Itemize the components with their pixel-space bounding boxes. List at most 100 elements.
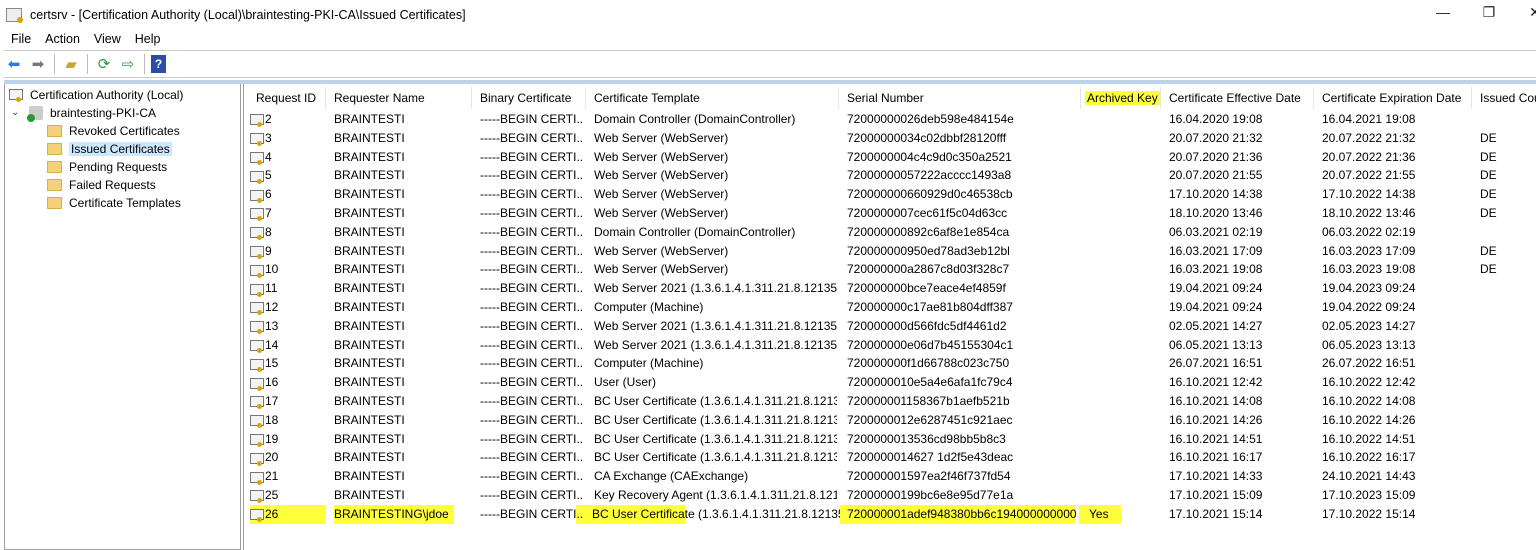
cell-text: 20.07.2020 21:36	[1169, 149, 1263, 164]
table-row[interactable]: 5 BRAINTESTI -----BEGIN CERTI... Web Server…	[244, 166, 1536, 185]
table-row[interactable]: 17 BRAINTESTI -----BEGIN CERTI... BC User C…	[244, 392, 1536, 411]
column-header-label: Serial Number	[847, 91, 924, 105]
cell-expiration-date: 18.10.2022 13:46	[1322, 204, 1470, 223]
help-icon[interactable]: ?	[151, 55, 166, 73]
cell-issued-country	[1480, 317, 1536, 336]
column-header-archived-key[interactable]: Archived Key	[1081, 87, 1161, 109]
table-row[interactable]: 25 BRAINTESTI -----BEGIN CERTI... Key Recov…	[244, 486, 1536, 505]
cell-text: BRAINTESTI	[334, 431, 405, 446]
cell-certificate-template: BC User Certificate (1.3.6.1.4.1.311.21.…	[594, 392, 837, 411]
column-header-certificate-template[interactable]: Certificate Template	[586, 87, 839, 109]
cell-expiration-date: 16.10.2022 16:17	[1322, 448, 1470, 467]
minimize-button[interactable]: —	[1428, 4, 1458, 26]
tree-root[interactable]: Certification Authority (Local)	[9, 86, 183, 103]
cell-text: BC User Certificate (1.3.6.1.4.1.311.21.…	[594, 450, 837, 465]
column-header-label: Request ID	[256, 91, 317, 105]
cell-text: BRAINTESTI	[334, 394, 405, 408]
cell-archived-key	[1089, 486, 1159, 505]
restore-button[interactable]: ❐	[1474, 4, 1504, 26]
cell-text: 19.04.2021 09:24	[1169, 300, 1263, 314]
column-header-expiration-date[interactable]: Certificate Expiration Date	[1314, 87, 1472, 109]
cell-text: 720000001158367b1aefb521b	[847, 394, 1010, 408]
table-row[interactable]: 21 BRAINTESTI -----BEGIN CERTI... CA Exchan…	[244, 467, 1536, 486]
export-list-icon[interactable]: ⇨	[118, 54, 138, 74]
column-header-requester-name[interactable]: Requester Name	[326, 87, 472, 109]
cell-requester-name: BRAINTESTI	[334, 336, 470, 355]
cell-archived-key	[1089, 317, 1159, 336]
cell-binary-certificate: -----BEGIN CERTI...	[480, 148, 584, 167]
folder-icon	[47, 124, 62, 137]
tree-root-label: Certification Authority (Local)	[30, 87, 184, 102]
table-row[interactable]: 9 BRAINTESTI -----BEGIN CERTI... Web Server…	[244, 242, 1536, 261]
column-header-effective-date[interactable]: Certificate Effective Date	[1161, 87, 1314, 109]
cell-effective-date: 17.10.2021 15:14	[1169, 505, 1312, 524]
cell-text: BRAINTESTI	[334, 469, 405, 484]
close-button[interactable]: ✕	[1520, 4, 1536, 26]
cell-text: 20.07.2022 21:36	[1322, 149, 1416, 164]
cell-text: 720000001597ea2f46f737fd54	[847, 469, 1011, 484]
certificate-icon	[250, 245, 264, 259]
tree-pending-requests[interactable]: Pending Requests	[47, 158, 167, 175]
table-row[interactable]: 6 BRAINTESTI -----BEGIN CERTI... Web Server…	[244, 185, 1536, 204]
cell-archived-key	[1089, 129, 1159, 148]
table-row[interactable]: 7 BRAINTESTI -----BEGIN CERTI... Web Server…	[244, 204, 1536, 223]
table-row[interactable]: 15 BRAINTESTI -----BEGIN CERTI... Computer …	[244, 354, 1536, 373]
cell-effective-date: 06.03.2021 02:19	[1169, 223, 1312, 242]
back-icon[interactable]: ⬅	[4, 54, 24, 74]
table-row[interactable]: 12 BRAINTESTI -----BEGIN CERTI... Computer …	[244, 298, 1536, 317]
cell-issued-country	[1480, 392, 1536, 411]
certificate-icon	[250, 302, 264, 316]
cell-text: BRAINTESTI	[334, 112, 405, 126]
cell-request-id: 3	[250, 129, 326, 148]
table-row[interactable]: 16 BRAINTESTI -----BEGIN CERTI... User (Use…	[244, 373, 1536, 392]
table-row[interactable]: 13 BRAINTESTI -----BEGIN CERTI... Web Serve…	[244, 317, 1536, 336]
tree-issued-certificates[interactable]: Issued Certificates	[47, 140, 172, 157]
cell-serial-number: 72000000057222acccc1493a8	[847, 166, 1079, 185]
cell-text: Web Server 2021 (1.3.6.1.4.1.311.21.8.12…	[594, 281, 837, 296]
cell-text: BRAINTESTI	[334, 243, 405, 258]
forward-icon[interactable]: ➡	[28, 54, 48, 74]
cell-text: -----BEGIN CERTI...	[480, 262, 584, 277]
table-row[interactable]: 26 BRAINTESTING\jdoe -----BEGIN CERTI... BC…	[244, 504, 1536, 524]
tree-ca-node[interactable]: ⌄ braintesting-PKI-CA	[11, 104, 156, 122]
cell-certificate-template: Web Server (WebServer)	[594, 204, 837, 223]
cell-text: 16.10.2021 14:08	[1169, 394, 1263, 408]
cell-request-id: 25	[250, 486, 326, 505]
cell-effective-date: 16.03.2021 17:09	[1169, 242, 1312, 261]
menu-file[interactable]: File	[4, 30, 38, 48]
tree-failed-requests[interactable]: Failed Requests	[47, 176, 156, 193]
table-row[interactable]: 20 BRAINTESTI -----BEGIN CERTI... BC User C…	[244, 448, 1536, 467]
cell-request-id: 2	[250, 110, 326, 129]
chevron-down-icon[interactable]: ⌄	[11, 107, 23, 118]
cell-effective-date: 16.03.2021 19:08	[1169, 260, 1312, 279]
cell-serial-number: 72000000034c02dbbf28120fff	[847, 129, 1079, 148]
tree-revoked-certificates[interactable]: Revoked Certificates	[47, 122, 180, 139]
cell-text: 720000000f1d66788c023c750	[847, 356, 1010, 371]
table-row[interactable]: 10 BRAINTESTI -----BEGIN CERTI... Web Serve…	[244, 260, 1536, 279]
table-row[interactable]: 19 BRAINTESTI -----BEGIN CERTI... BC User C…	[244, 430, 1536, 449]
cell-issued-country: DE	[1480, 166, 1536, 185]
table-row[interactable]: 8 BRAINTESTI -----BEGIN CERTI... Domain Con…	[244, 223, 1536, 242]
column-header-request-id[interactable]: Request ID	[248, 87, 326, 109]
cell-text: -----BEGIN CERTI...	[480, 356, 584, 371]
cell-certificate-template: Computer (Machine)	[594, 298, 837, 317]
table-row[interactable]: 14 BRAINTESTI -----BEGIN CERTI... Web Serve…	[244, 336, 1536, 355]
table-row[interactable]: 18 BRAINTESTI -----BEGIN CERTI... BC User C…	[244, 411, 1536, 430]
up-folder-icon[interactable]: ▰	[61, 54, 81, 74]
column-header-issued-country[interactable]: Issued Cou	[1472, 87, 1536, 109]
column-header-binary-certificate[interactable]: Binary Certificate	[472, 87, 586, 109]
menu-action[interactable]: Action	[38, 30, 87, 48]
menu-view[interactable]: View	[87, 30, 128, 48]
cell-issued-country: DE	[1480, 260, 1536, 279]
table-row[interactable]: 4 BRAINTESTI -----BEGIN CERTI... Web Server…	[244, 148, 1536, 167]
table-row[interactable]: 11 BRAINTESTI -----BEGIN CERTI... Web Serve…	[244, 279, 1536, 298]
cell-effective-date: 20.07.2020 21:55	[1169, 166, 1312, 185]
cell-expiration-date: 20.07.2022 21:55	[1322, 166, 1470, 185]
cell-requester-name: BRAINTESTI	[334, 279, 470, 298]
tree-certificate-templates[interactable]: Certificate Templates	[47, 194, 181, 211]
table-row[interactable]: 2 BRAINTESTI -----BEGIN CERTI... Domain Con…	[244, 110, 1536, 129]
refresh-icon[interactable]: ⟳	[94, 54, 114, 74]
menu-help[interactable]: Help	[128, 30, 168, 48]
column-header-serial-number[interactable]: Serial Number	[839, 87, 1081, 109]
table-row[interactable]: 3 BRAINTESTI -----BEGIN CERTI... Web Server…	[244, 129, 1536, 148]
